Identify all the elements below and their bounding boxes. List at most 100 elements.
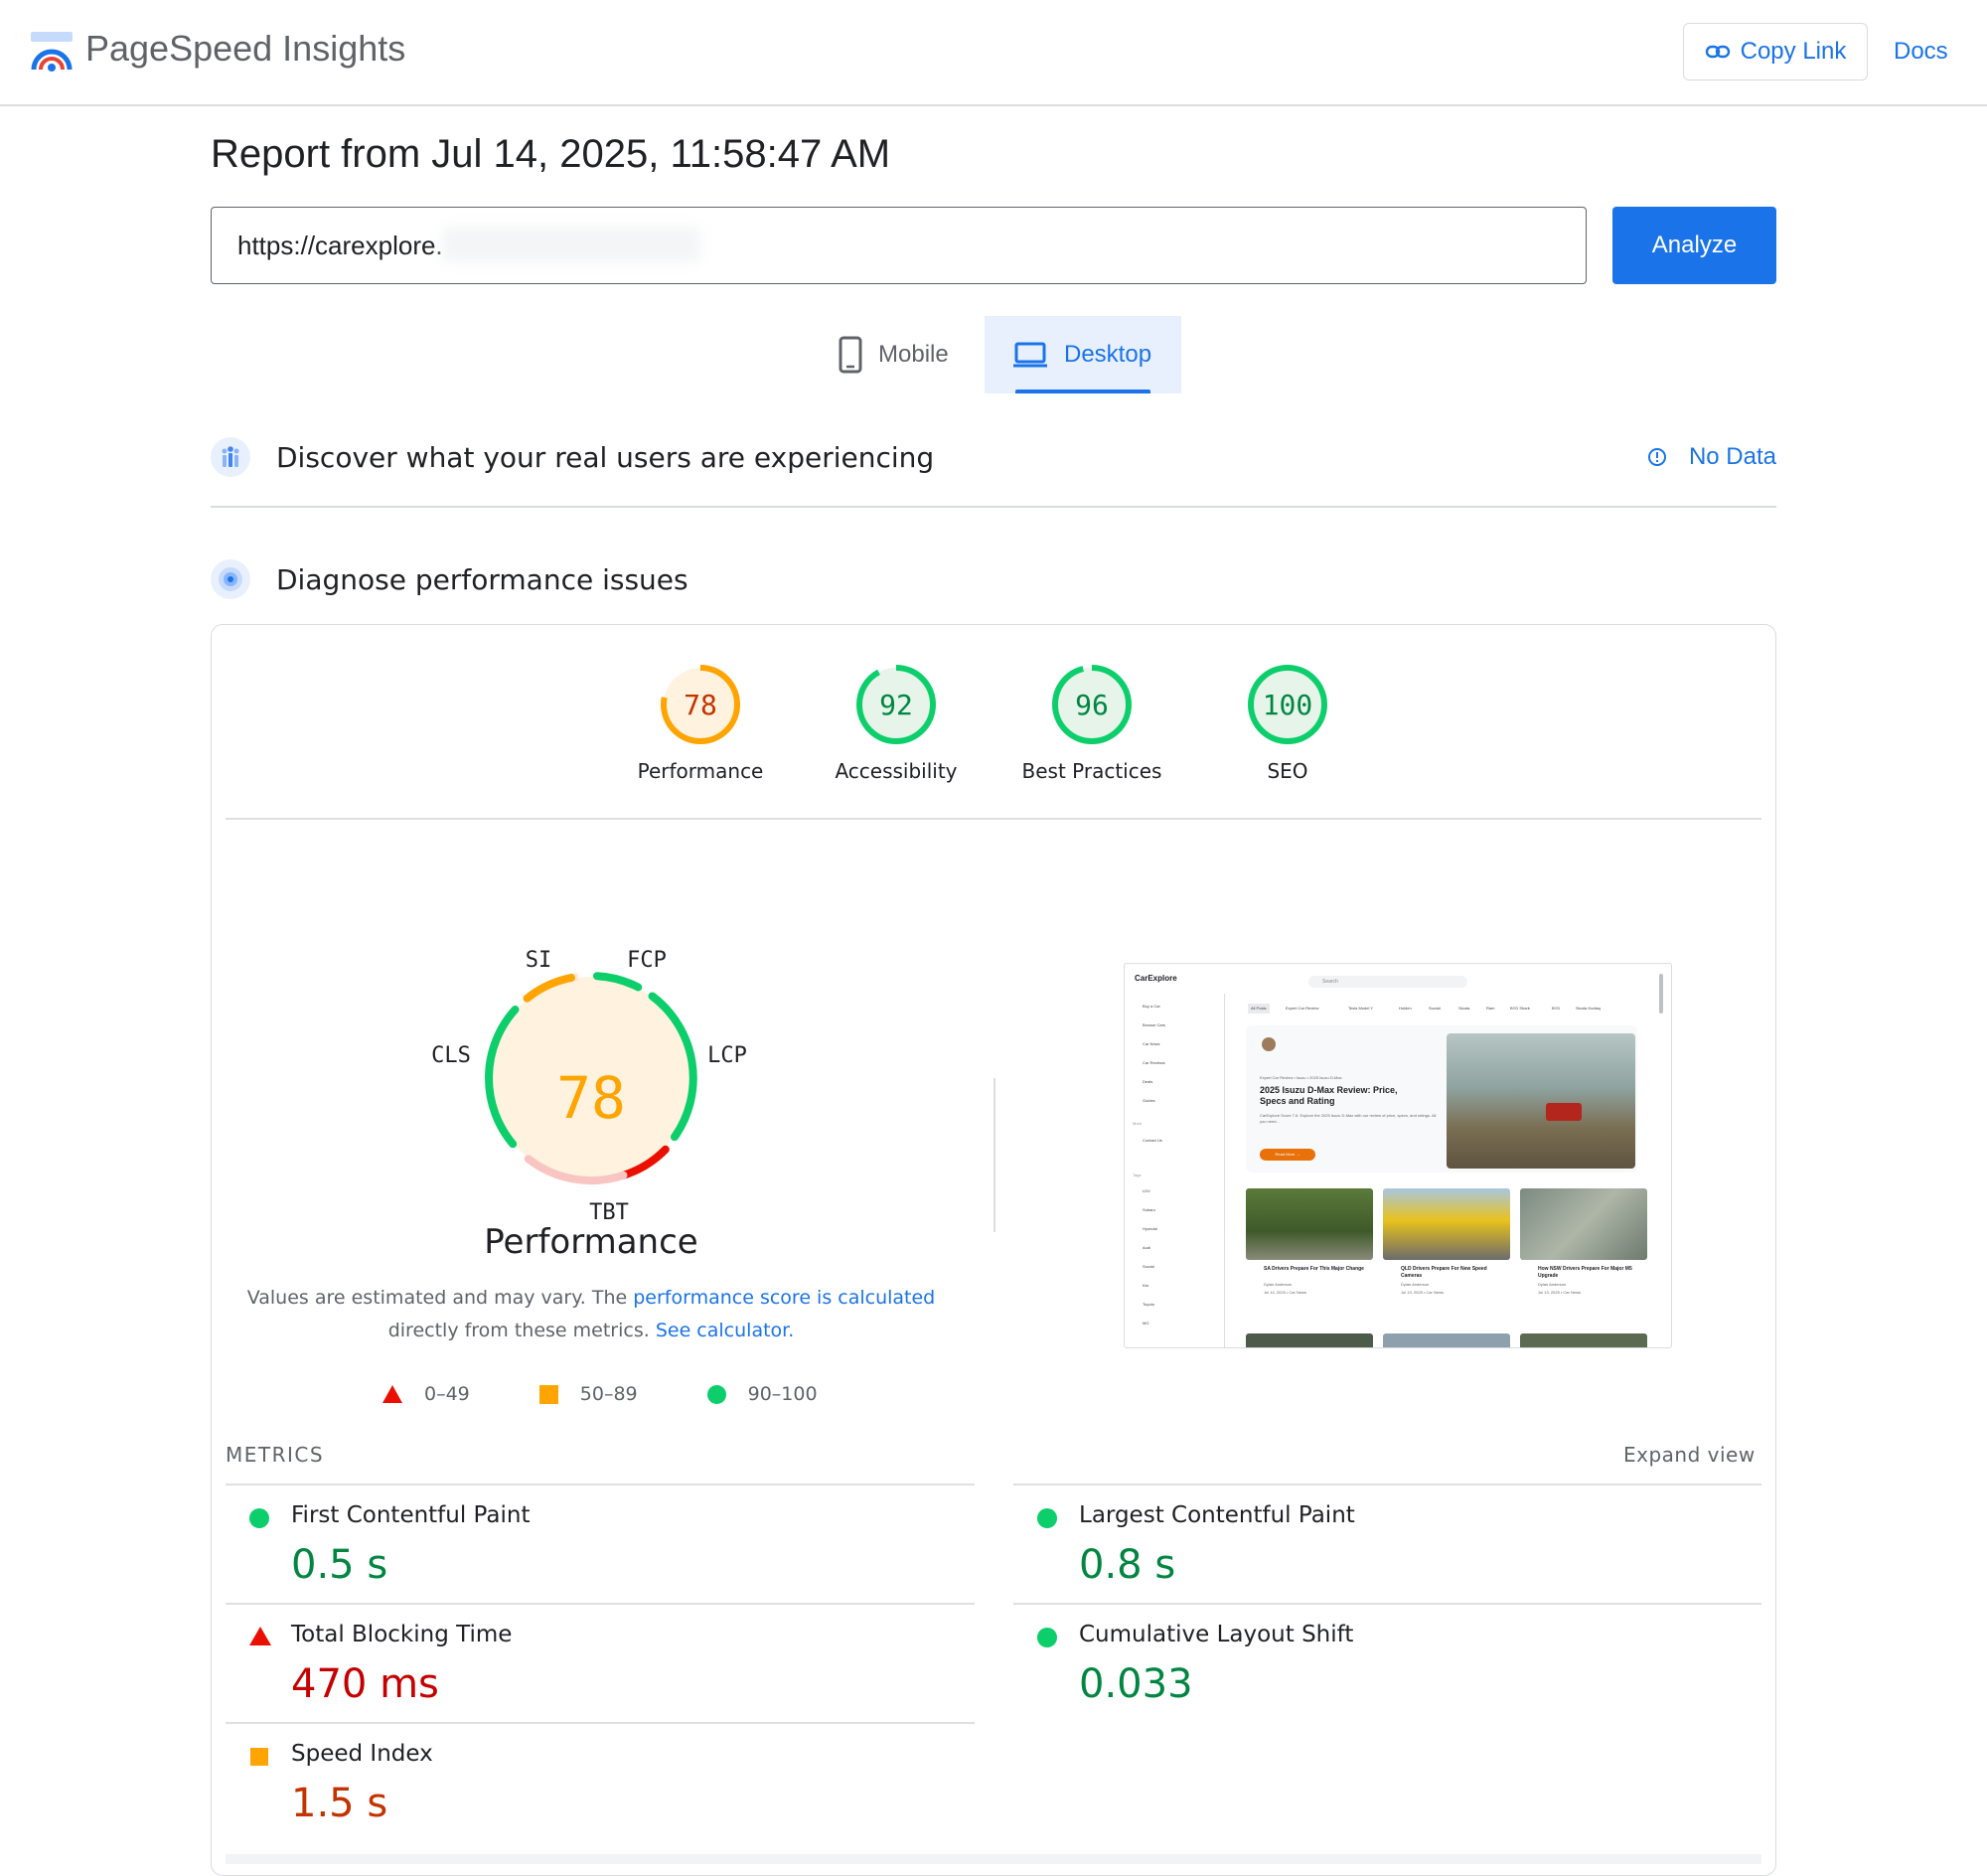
metrics-divider (226, 1722, 975, 1724)
thumb-chip: BYD (1552, 1006, 1561, 1011)
thumb-card-title: SA Drivers Prepare For This Major Change (1264, 1266, 1364, 1272)
thumb-side-item: Audi (1143, 1245, 1151, 1250)
target-icon (211, 559, 250, 599)
score-seo-value: 100 (1263, 689, 1313, 721)
thumb-chip: Suzuki (1429, 1006, 1442, 1011)
thumb-side-item: Buy a Car (1143, 1004, 1160, 1009)
thumb-hero-text: CarExplore Score 7.6. Explore the 2025 I… (1260, 1113, 1437, 1124)
score-accessibility-label: Accessibility (835, 759, 958, 783)
thumb-card-image (1520, 1188, 1647, 1260)
analyze-button[interactable]: Analyze (1612, 207, 1776, 284)
thumb-side-item: Car News (1143, 1041, 1160, 1046)
expand-view-toggle[interactable]: Expand view (1623, 1443, 1756, 1467)
copy-link-button[interactable]: Copy Link (1683, 23, 1868, 80)
legend-fail: 0–49 (382, 1383, 470, 1405)
legend-pass-label: 90–100 (747, 1383, 818, 1405)
pass-circle-icon (706, 1384, 726, 1404)
thumb-card-image (1520, 1333, 1647, 1347)
thumb-brand: CarExplore (1135, 974, 1177, 983)
average-square-icon (250, 1748, 268, 1766)
pass-circle-icon (1037, 1628, 1057, 1647)
metrics-divider (1013, 1484, 1761, 1485)
thumb-side-item: Browse Cars (1143, 1022, 1165, 1027)
phone-icon (839, 336, 862, 374)
fail-triangle-icon (249, 1627, 271, 1645)
thumb-side-item: Guides (1143, 1098, 1155, 1103)
performance-gauge-large: 78 SI FCP LCP TBT CLS (431, 948, 747, 1225)
thumb-chip: Holden (1399, 1006, 1412, 1011)
thumb-card-image (1383, 1188, 1510, 1260)
thumb-side-item: Toyota (1143, 1302, 1154, 1307)
metric-lcp-name: Largest Contentful Paint (1079, 1502, 1355, 1528)
metric-fcp-name: First Contentful Paint (291, 1502, 531, 1528)
thumb-hero-image (1447, 1033, 1635, 1169)
thumb-side-item: LDV (1143, 1188, 1150, 1193)
report-title: Report from Jul 14, 2025, 11:58:47 AM (211, 132, 891, 176)
metric-tbt-value: 470 ms (291, 1661, 439, 1707)
gauge-accessibility: 92 (856, 665, 936, 744)
url-input[interactable]: https://carexplore. (211, 207, 1587, 284)
thumb-chip: Expert Car Review (1286, 1006, 1319, 1011)
no-data-status[interactable]: No Data (1647, 443, 1776, 471)
thumb-card-image (1246, 1188, 1373, 1260)
page-screenshot-thumbnail[interactable]: CarExplore Search Buy a Car Browse Cars … (1124, 963, 1672, 1348)
thumb-card-author: Dylan Anderson (1264, 1282, 1293, 1287)
thumb-card-author: Dylan Anderson (1401, 1282, 1430, 1287)
segment-si-label: SI (526, 948, 552, 973)
thumb-side-item: Deals (1143, 1079, 1153, 1084)
legend-average-label: 50–89 (579, 1383, 638, 1405)
thumb-card-author: Dylan Anderson (1538, 1282, 1567, 1287)
card-divider (226, 818, 1761, 820)
score-best-practices[interactable]: 96 Best Practices (993, 662, 1191, 783)
metric-si-value: 1.5 s (291, 1781, 388, 1826)
score-legend: 0–49 50–89 90–100 (382, 1379, 887, 1409)
thumb-side-item: MG (1143, 1321, 1149, 1326)
thumb-side-item: Hyundai (1143, 1226, 1157, 1231)
gauge-best-practices: 96 (1052, 665, 1132, 744)
score-calculated-link[interactable]: performance score is calculated (633, 1287, 935, 1309)
metric-si-name: Speed Index (291, 1741, 433, 1767)
real-users-title: Discover what your real users are experi… (276, 440, 935, 474)
thumb-side-item: Suzuki (1143, 1264, 1155, 1269)
score-performance-value: 78 (684, 689, 717, 721)
average-square-icon (538, 1384, 558, 1404)
thumb-avatar (1262, 1037, 1276, 1051)
thumb-car-shape (1546, 1103, 1582, 1121)
score-best-practices-value: 96 (1075, 689, 1109, 721)
tab-desktop-label: Desktop (1064, 341, 1152, 368)
tab-desktop[interactable]: Desktop (985, 316, 1181, 393)
score-accessibility[interactable]: 92 Accessibility (797, 662, 995, 783)
legend-fail-label: 0–49 (424, 1383, 470, 1405)
note-prefix: Values are estimated and may vary. The (246, 1287, 634, 1309)
diagnose-title: Diagnose performance issues (276, 562, 688, 596)
metric-lcp-value: 0.8 s (1079, 1542, 1176, 1588)
thumb-chip: BYD Shark (1510, 1006, 1530, 1011)
info-icon (1647, 448, 1666, 466)
tab-mobile[interactable]: Mobile (825, 316, 984, 393)
thumb-chip: All Posts (1248, 1004, 1270, 1014)
thumb-card-meta: Jul 13, 2025 • Car News (1401, 1290, 1444, 1295)
pass-circle-icon (1037, 1508, 1057, 1528)
docs-link[interactable]: Docs (1894, 38, 1948, 66)
legend-average: 50–89 (538, 1383, 638, 1405)
thumb-side-item: Tags (1133, 1172, 1142, 1177)
metric-cls-value: 0.033 (1079, 1661, 1193, 1707)
metrics-divider (226, 1484, 975, 1485)
metrics-heading: METRICS (226, 1443, 325, 1467)
users-icon (211, 437, 250, 477)
thumb-card-title: How NSW Drivers Prepare For Major M5 Upg… (1538, 1266, 1632, 1279)
thumb-card-image (1383, 1333, 1510, 1347)
copy-link-label: Copy Link (1740, 38, 1847, 65)
segment-lcp-label: LCP (707, 1043, 747, 1068)
thumb-scrollbar (1659, 974, 1663, 1014)
score-seo[interactable]: 100 SEO (1188, 662, 1387, 783)
no-data-label: No Data (1688, 443, 1776, 470)
score-seo-label: SEO (1267, 759, 1308, 783)
section-divider (211, 506, 1776, 508)
thumb-card-meta: Jul 13, 2025 • Car News (1538, 1290, 1581, 1295)
see-calculator-link[interactable]: See calculator. (656, 1320, 794, 1341)
segment-cls-label: CLS (431, 1043, 471, 1068)
metric-cls-name: Cumulative Layout Shift (1079, 1622, 1354, 1647)
score-performance[interactable]: 78 Performance (601, 662, 800, 783)
thumb-side-item: Car Reviews (1143, 1060, 1165, 1065)
